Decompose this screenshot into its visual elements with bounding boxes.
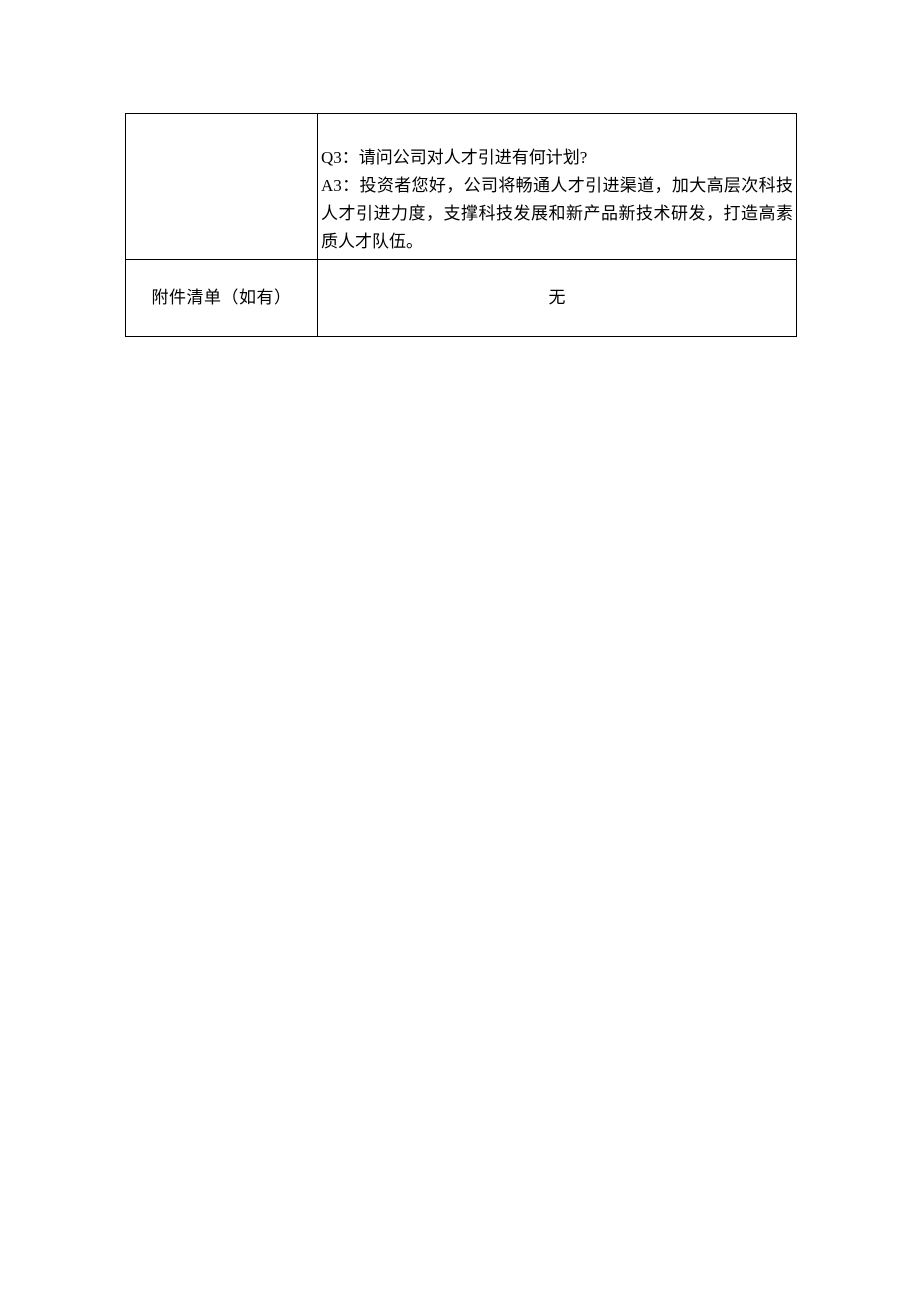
attachment-list-value: 无	[549, 288, 566, 307]
row2-label-cell: 附件清单（如有）	[126, 260, 318, 337]
attachment-list-label: 附件清单（如有）	[152, 288, 292, 307]
table-row: Q3：请问公司对人才引进有何计划? A3：投资者您好，公司将畅通人才引进渠道，加…	[126, 114, 797, 260]
row1-label-cell	[126, 114, 318, 260]
document-page: Q3：请问公司对人才引进有何计划? A3：投资者您好，公司将畅通人才引进渠道，加…	[0, 0, 920, 337]
spacer	[321, 116, 793, 144]
answer-3: A3：投资者您好，公司将畅通人才引进渠道，加大高层次科技人才引进力度，支撑科技发…	[321, 172, 793, 256]
row1-content-cell: Q3：请问公司对人才引进有何计划? A3：投资者您好，公司将畅通人才引进渠道，加…	[318, 114, 797, 260]
table-row: 附件清单（如有） 无	[126, 260, 797, 337]
row2-content-cell: 无	[318, 260, 797, 337]
question-3: Q3：请问公司对人才引进有何计划?	[321, 144, 793, 172]
content-table: Q3：请问公司对人才引进有何计划? A3：投资者您好，公司将畅通人才引进渠道，加…	[125, 113, 797, 337]
